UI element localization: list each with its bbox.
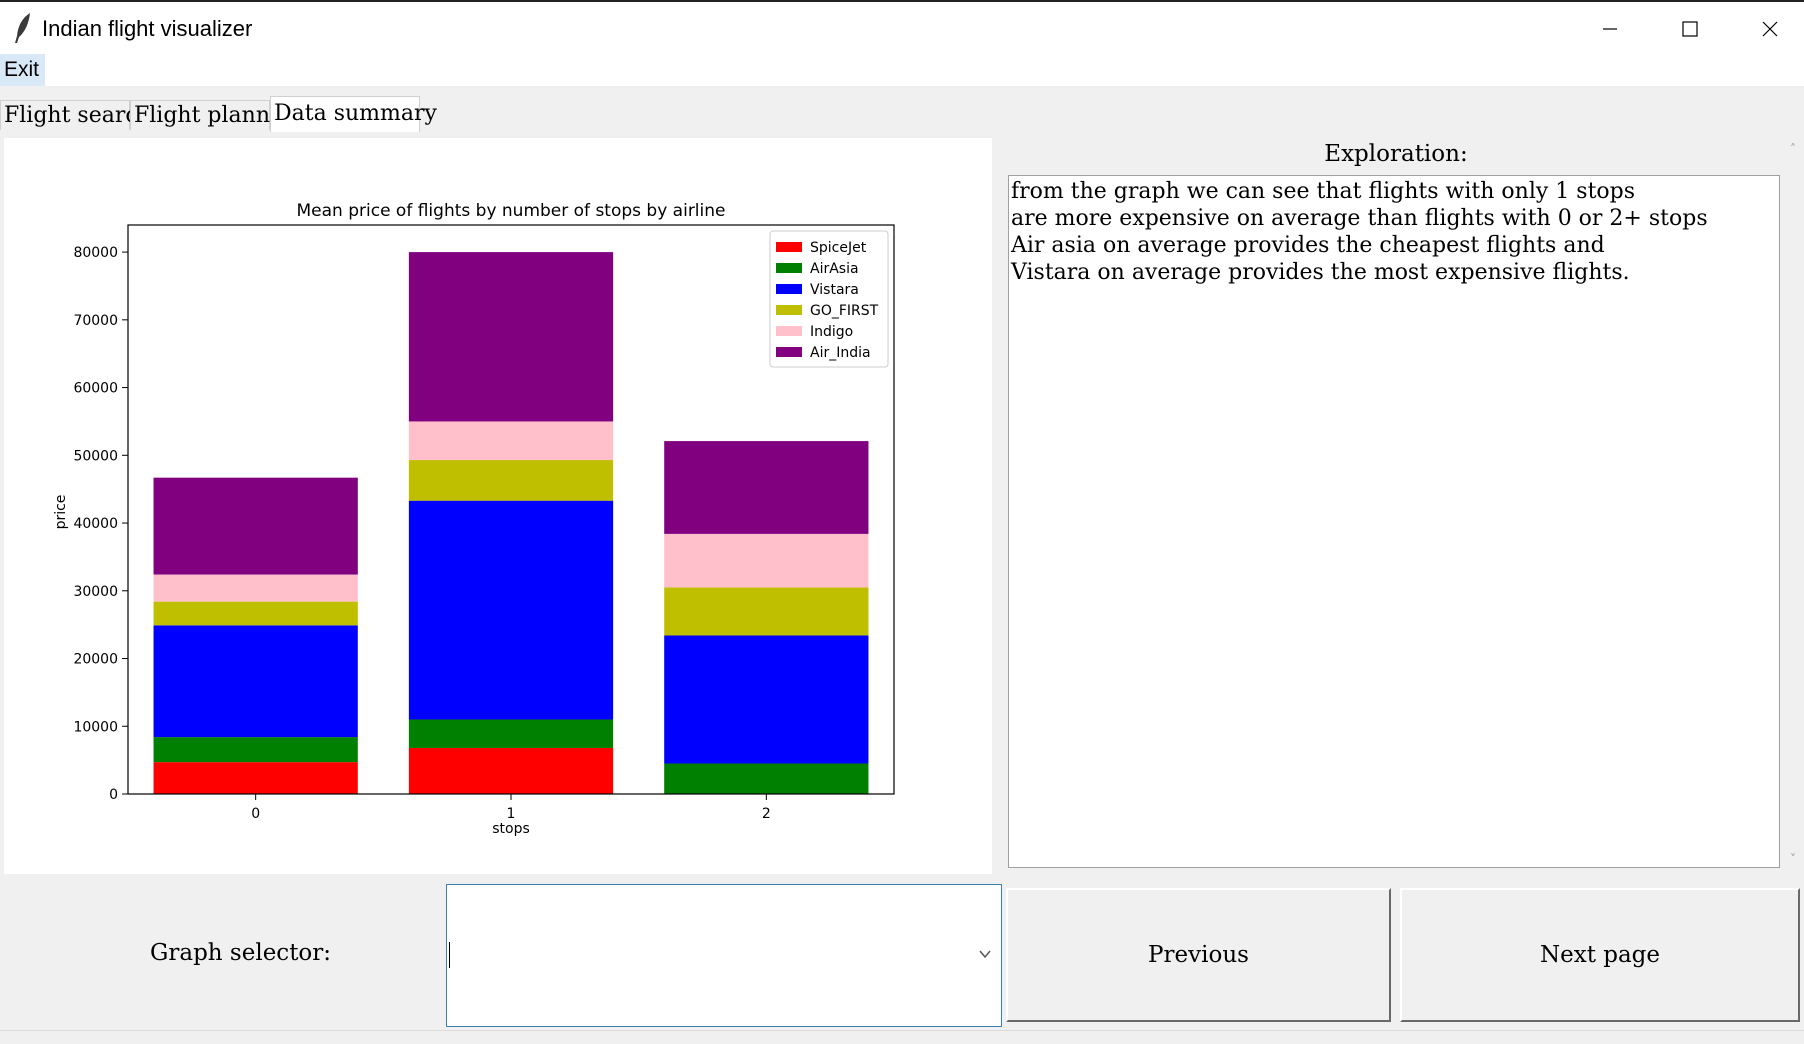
chart-panel: 0 10000 20000 30000 40000 50000 60000 70000 8000… [4,138,992,874]
bar-segment [408,719,614,748]
legend-label: Indigo [810,324,853,340]
legend-swatch [776,305,802,315]
minimize-icon [1603,28,1617,30]
y-tick-label: 40000 [73,516,118,532]
legend-swatch [776,284,802,294]
minimize-button[interactable] [1570,2,1650,56]
x-tick-label: 2 [762,806,771,822]
y-axis: 0 10000 20000 30000 40000 50000 60000 70000 8000… [73,245,128,803]
legend-swatch [776,263,802,273]
close-button[interactable] [1730,2,1804,56]
y-tick-label: 20000 [73,652,118,668]
legend-label: GO_FIRST [810,303,879,319]
previous-button[interactable]: Previous [1006,888,1391,1022]
chart-title: Mean price of flights by number of stops… [297,201,726,221]
bar-segment [153,762,358,794]
y-tick-label: 50000 [73,448,118,464]
legend-label: Vistara [810,282,859,298]
exploration-textbox[interactable]: from the graph we can see that flights w… [1008,175,1780,868]
chart-legend: SpiceJet AirAsia Vistara GO_FIRST Indigo Air_… [769,230,889,368]
exploration-line: Vistara on average provides the most exp… [1011,260,1630,285]
window-title: Indian flight visualizer [42,16,253,41]
exploration-label: Exploration: [1324,141,1468,167]
tab-data-summary[interactable]: Data summary [270,96,437,132]
y-axis-label: price [53,495,69,530]
x-tick-label: 0 [251,806,260,822]
maximize-button[interactable] [1650,2,1730,56]
scroll-up-icon[interactable]: ˄ [1786,142,1800,156]
bar-segment [153,477,358,575]
stacked-bar-chart: 0 10000 20000 30000 40000 50000 60000 70000 8000… [53,201,895,837]
bar-segment [664,635,869,764]
legend-swatch [776,326,802,336]
exploration-line: from the graph we can see that flights w… [1011,179,1636,204]
close-icon [1762,21,1778,37]
graph-selector-combobox[interactable] [446,884,1002,1027]
legend-swatch [776,242,802,252]
bar-segment [408,252,614,422]
exploration-scrollbar[interactable]: ˄ ˅ [1784,138,1802,870]
tab-flight-planner[interactable]: Flight planner [130,100,294,130]
exploration-line: are more expensive on average than fligh… [1011,206,1708,231]
bars-group [153,252,869,794]
y-tick-label: 60000 [73,381,118,397]
bar-segment [153,601,358,626]
x-tick-label: 1 [507,806,516,822]
bar-segment [408,500,614,720]
feather-icon [15,13,30,43]
bar-segment [664,763,869,794]
graph-selector-label: Graph selector: [150,940,332,966]
maximize-icon [1682,21,1698,37]
x-axis: 0 1 2 [251,794,771,822]
legend-label: AirAsia [810,261,859,277]
x-axis-label: stops [492,821,530,837]
bar-segment [153,625,358,738]
bar-segment [664,533,869,588]
next-page-button[interactable]: Next page [1400,888,1800,1022]
scroll-down-icon[interactable]: ˅ [1786,852,1800,866]
bar-segment [153,737,358,763]
text-caret [449,942,450,968]
legend-label: SpiceJet [810,240,867,256]
tab-flight-search[interactable]: Flight search [0,100,152,130]
bar-segment [664,587,869,636]
y-tick-label: 30000 [73,584,118,600]
bar-segment [153,574,358,602]
y-tick-label: 70000 [73,313,118,329]
exploration-line: Air asia on average provides the cheapes… [1011,233,1605,258]
bar-segment [408,747,614,794]
chevron-down-icon[interactable] [977,947,993,961]
y-tick-label: 80000 [73,245,118,261]
y-tick-label: 0 [109,787,118,803]
menu-bar: Exit [0,54,1804,86]
legend-swatch [776,347,802,357]
legend-label: Air_India [810,345,871,361]
menu-exit[interactable]: Exit [0,54,46,86]
bar-segment [408,421,614,461]
y-tick-label: 10000 [73,719,118,735]
title-bar: Indian flight visualizer [0,0,1804,54]
status-strip [0,1030,1804,1044]
bar-segment [664,441,869,534]
bar-segment [408,460,614,501]
